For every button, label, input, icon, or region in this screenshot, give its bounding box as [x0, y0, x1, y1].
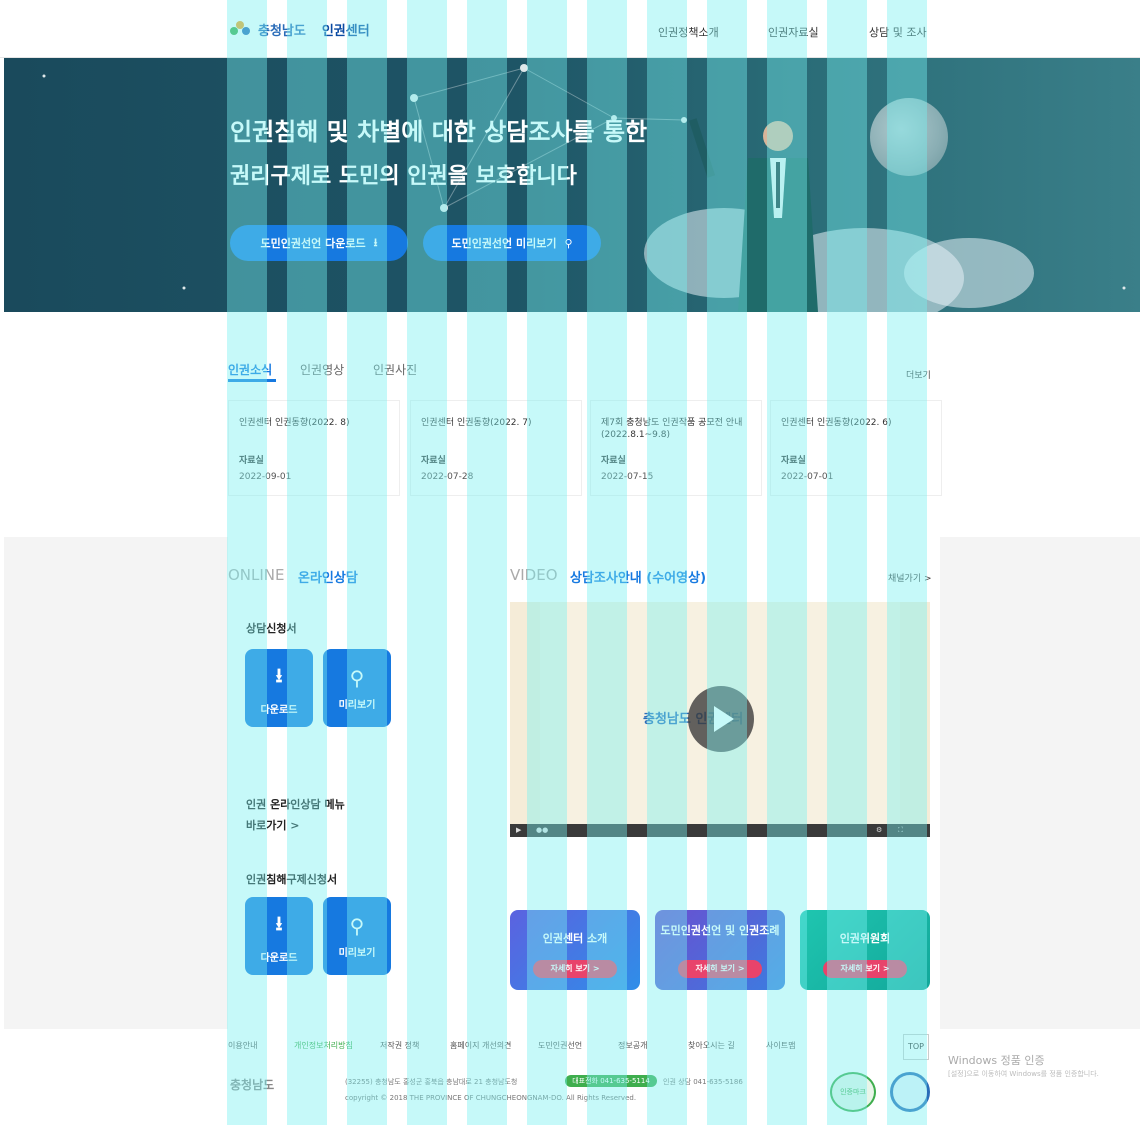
search-icon: ⚲ [564, 236, 573, 250]
news-card-date: 2022-07-01 [781, 472, 834, 482]
footer-link[interactable]: 저작권 정책 [380, 1040, 419, 1051]
declaration-preview-label: 도민인권선언 미리보기 [451, 237, 557, 250]
online-label-ko: 온라인상담 [298, 571, 358, 586]
footer-link[interactable]: 사이트맵 [766, 1040, 795, 1051]
news-card-title: 인권센터 인권동향(2022. 7) [421, 418, 532, 428]
video-player[interactable]: 충청남도 인권센터 ▶ ●● ⚙ ⛶ [510, 602, 930, 837]
site-header: 충청남도 인권센터 인권정책소개 인권자료실 상담 및 조사 [0, 0, 1140, 58]
play-button-icon[interactable] [688, 686, 754, 752]
nav-item-policy[interactable]: 인권정책소개 [658, 24, 719, 40]
news-card-category: 자료실 [239, 456, 264, 466]
footer-link[interactable]: 홈페이지 개선의견 [450, 1040, 511, 1051]
nav-item-consult[interactable]: 상담 및 조사 [869, 24, 927, 40]
video-controls[interactable]: ▶ ●● ⚙ ⛶ [510, 824, 930, 837]
logo-mark-icon [230, 20, 252, 39]
windows-activation-note: [설정]으로 이동하여 Windows를 정품 인증합니다. [948, 1070, 1099, 1078]
site-logo[interactable]: 충청남도 인권센터 [230, 20, 370, 39]
news-card-date: 2022-09-01 [239, 472, 292, 482]
footer-phone-badge: 대표전화 041-635-5114 [565, 1075, 657, 1087]
news-card-title: 인권센터 인권동향(2022. 8) [239, 418, 350, 428]
footer-logo: 충청남도 [230, 1078, 275, 1092]
news-card[interactable]: 인권센터 인권동향(2022. 8) 자료실 2022-09-01 [228, 400, 400, 496]
news-card[interactable]: 인권센터 인권동향(2022. 6) 자료실 2022-07-01 [770, 400, 942, 496]
tab-human-rights-photo[interactable]: 인권사진 [373, 361, 417, 378]
footer-copyright: copyright © 2018 THE PROVINCE OF CHUNGCH… [345, 1094, 637, 1102]
download-label: 다운로드 [260, 704, 298, 716]
hero-headline-1: 인권침해 및 차별에 대한 상담조사를 통한 [230, 118, 648, 146]
promo-card-title: 인권센터 소개 [542, 932, 608, 945]
news-card-category: 자료실 [421, 456, 446, 466]
cloud-graphic [904, 238, 1034, 308]
declaration-preview-button[interactable]: 도민인권선언 미리보기 ⚲ [423, 225, 601, 261]
footer-link[interactable]: 찾아오시는 길 [688, 1040, 735, 1051]
news-card-date: 2022-07-15 [601, 472, 654, 482]
promo-card-declaration[interactable]: 도민인권선언 및 인권조례 자세히 보기 > [655, 910, 785, 990]
consult-form-download-button[interactable]: ⭳ 다운로드 [245, 649, 313, 727]
promo-card-title: 인권위원회 [839, 932, 891, 945]
play-small-icon[interactable]: ▶ [516, 826, 521, 834]
video-channel-link[interactable]: 채널가기 > [888, 571, 932, 584]
online-consult-link-line1: 인권 온라인상담 메뉴 [246, 798, 345, 811]
footer-address: (32255) 충청남도 홍성군 홍북읍 충남대로 21 충청남도청 [345, 1078, 518, 1086]
hero-banner: 인권침해 및 차별에 대한 상담조사를 통한 권리구제로 도민의 인권을 보호합… [4, 58, 1140, 312]
nav-item-archive[interactable]: 인권자료실 [768, 24, 819, 40]
page-root: 충청남도 인권센터 인권정책소개 인권자료실 상담 및 조사 인권침해 및 차별… [0, 0, 1140, 1125]
search-icon: ⚲ [349, 913, 365, 938]
moon-graphic [870, 98, 948, 176]
news-card-category: 자료실 [781, 456, 806, 466]
tab-human-rights-video[interactable]: 인권영상 [300, 361, 344, 378]
person-illustration [688, 118, 818, 312]
online-consult-link-line2: 바로가기 > [246, 819, 300, 832]
footer-phone-secondary: 인권 상담 041-635-5186 [663, 1078, 743, 1086]
footer-link[interactable]: 도민인권선언 [538, 1040, 582, 1051]
video-label-ko: 상담조사안내 (수어영상) [570, 571, 707, 586]
online-consult-link[interactable]: 인권 온라인상담 메뉴 바로가기 > [246, 794, 345, 836]
news-card-title: 인권센터 인권동향(2022. 6) [781, 418, 892, 428]
active-tab-indicator [228, 379, 276, 382]
video-label-en: VIDEO [510, 566, 558, 584]
certification-badge: 인증마크 [830, 1072, 876, 1112]
news-card-title: 제7회 충청남도 인권작품 공모전 안내(2022.8.1~9.8) [601, 418, 743, 440]
promo-card-button[interactable]: 자세히 보기 > [533, 960, 617, 978]
preview-label: 미리보기 [338, 699, 376, 711]
download-label: 다운로드 [260, 952, 298, 964]
footer-link[interactable]: 이용안내 [228, 1040, 257, 1051]
download-icon: ⭳ [275, 910, 283, 935]
promo-card-button[interactable]: 자세히 보기 > [678, 960, 762, 978]
remedy-form-preview-button[interactable]: ⚲ 미리보기 [323, 897, 391, 975]
scroll-top-button[interactable]: TOP [903, 1034, 929, 1060]
logo-subtitle: 인권센터 [321, 24, 370, 39]
online-label-en: ONLINE [228, 566, 285, 584]
footer-links: 이용안내 개인정보처리방침 저작권 정책 홈페이지 개선의견 도민인권선언 정보… [228, 1040, 828, 1054]
remedy-form-title: 인권침해구제신청서 [246, 873, 338, 886]
preview-label: 미리보기 [338, 947, 376, 959]
logo-text: 충청남도 [258, 24, 306, 39]
seal-badge-icon [890, 1072, 930, 1112]
tab-human-rights-news[interactable]: 인권소식 [228, 361, 272, 378]
search-icon: ⚲ [349, 665, 365, 690]
consult-form-preview-button[interactable]: ⚲ 미리보기 [323, 649, 391, 727]
windows-activation-title: Windows 정품 인증 [948, 1054, 1045, 1067]
promo-card-committee[interactable]: 인권위원회 자세히 보기 > [800, 910, 930, 990]
news-more-link[interactable]: 더보기 [906, 368, 931, 381]
volume-icon[interactable]: ●● [536, 826, 548, 834]
download-icon: ⭳ [373, 235, 378, 249]
consult-form-title: 상담신청서 [246, 622, 297, 635]
remedy-form-download-button[interactable]: ⭳ 다운로드 [245, 897, 313, 975]
declaration-download-button[interactable]: 도민인권선언 다운로드 ⭳ [230, 225, 408, 261]
fullscreen-icon[interactable]: ⛶ [898, 826, 903, 835]
settings-icon[interactable]: ⚙ [876, 826, 882, 834]
news-card[interactable]: 제7회 충청남도 인권작품 공모전 안내(2022.8.1~9.8) 자료실 2… [590, 400, 762, 496]
footer-link[interactable]: 정보공개 [618, 1040, 647, 1051]
declaration-download-label: 도민인권선언 다운로드 [260, 237, 366, 250]
news-card-date: 2022-07-28 [421, 472, 474, 482]
footer-link-privacy[interactable]: 개인정보처리방침 [294, 1040, 353, 1051]
news-card-category: 자료실 [601, 456, 626, 466]
promo-card-center-intro[interactable]: 인권센터 소개 자세히 보기 > [510, 910, 640, 990]
promo-card-title: 도민인권선언 및 인권조례 [660, 924, 780, 937]
news-card[interactable]: 인권센터 인권동향(2022. 7) 자료실 2022-07-28 [410, 400, 582, 496]
hero-headline-2: 권리구제로 도민의 인권을 보호합니다 [230, 164, 577, 189]
download-icon: ⭳ [275, 662, 283, 687]
promo-card-button[interactable]: 자세히 보기 > [823, 960, 907, 978]
